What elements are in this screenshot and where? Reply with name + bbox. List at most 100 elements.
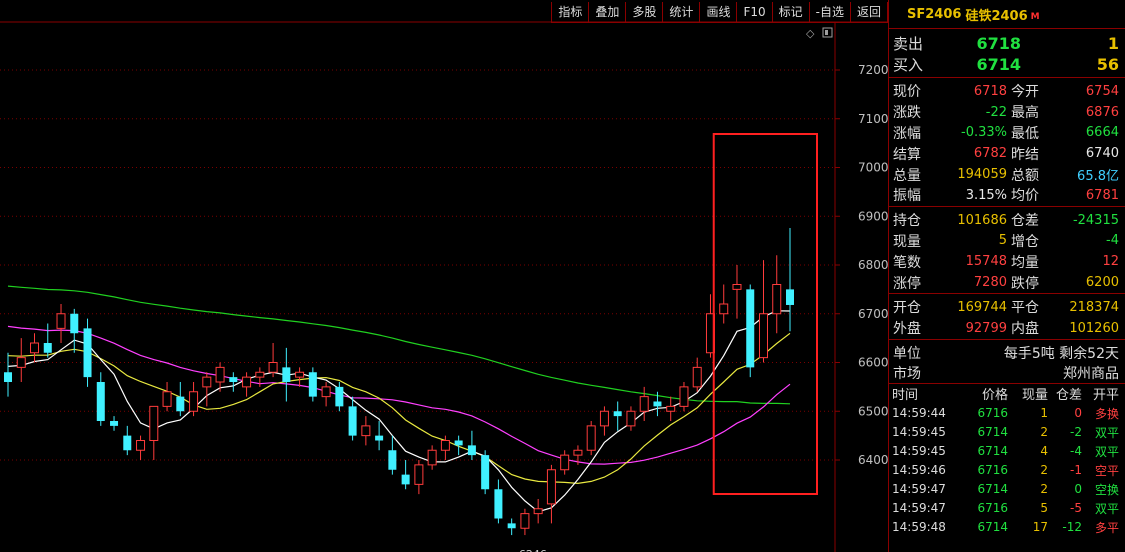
y-axis-tick-label: 6500	[858, 404, 888, 418]
quote-value: 6876	[1085, 104, 1119, 120]
tick-cell: 14:59:47	[892, 501, 946, 516]
candle-body	[467, 445, 476, 456]
quote-row: 现价 6718 今开 6754	[889, 81, 1125, 102]
tick-cell: 1	[1040, 406, 1048, 421]
toolbar-button-8[interactable]: 返回	[851, 2, 888, 22]
quote-value: 169744	[957, 299, 1007, 315]
tick-cell: 14:59:47	[892, 482, 946, 497]
y-axis-tick-label: 6600	[858, 356, 888, 370]
tick-cell: 5	[1040, 501, 1048, 516]
candle-body	[626, 410, 636, 427]
quote-section-flow: 开仓 169744 平仓 218374 外盘 92799 内盘 101260	[889, 292, 1125, 339]
tick-cell: 空换	[1094, 482, 1119, 497]
tick-cell: 6714	[977, 425, 1008, 440]
candle-body	[560, 454, 570, 471]
toolbar-button-0[interactable]: 指标	[552, 2, 590, 22]
candle-body	[255, 371, 265, 378]
tick-cell: -5	[1070, 501, 1082, 516]
candle-body	[321, 386, 331, 398]
quote-label: 跌停	[1011, 275, 1039, 292]
kline-chart-svg: 7200 7100 7000 6900 6800 6700 6600 6500 6400 ◇ ←62…	[0, 21, 888, 552]
candle-body	[162, 391, 172, 407]
candle-body	[440, 440, 450, 451]
tick-cell: 6714	[977, 520, 1008, 535]
toolbar-button-4[interactable]: 画线	[700, 2, 738, 22]
tick-cell: 6716	[977, 463, 1008, 478]
quote-label: 今开	[1011, 84, 1039, 101]
quote-label: 涨跌	[893, 105, 921, 122]
quote-label: 振幅	[893, 188, 921, 205]
market-marker: M	[1030, 12, 1040, 22]
contract-code: SF2406	[907, 6, 962, 22]
kline-chart[interactable]: 7200 7100 7000 6900 6800 6700 6600 6500 6400 ◇ ←62…	[0, 0, 888, 552]
toolbar-button-2[interactable]: 多股	[626, 2, 664, 22]
tick-cell: 0	[1074, 406, 1082, 421]
quote-label: 总额	[1011, 167, 1039, 184]
candle-body	[96, 382, 105, 421]
candle-body	[375, 435, 384, 441]
quote-value: 92799	[965, 320, 1007, 336]
tick-cell: 6714	[977, 444, 1008, 459]
tick-cell: 14:59:44	[892, 406, 946, 421]
tick-cell: 14:59:45	[892, 425, 946, 440]
candle-body	[56, 313, 66, 329]
quote-label: 昨结	[1011, 146, 1039, 163]
info-label: 单位	[893, 345, 921, 362]
quote-label: 均价	[1011, 188, 1039, 205]
candle-body	[30, 342, 40, 354]
tick-cell: 多平	[1094, 520, 1119, 535]
candle-body	[520, 513, 530, 529]
candle-body	[427, 449, 437, 466]
info-label: 市场	[893, 365, 921, 382]
quote-value: 6782	[973, 146, 1007, 162]
quote-row: 总量 194059 总额 65.8亿	[889, 164, 1125, 185]
quote-value: -24315	[1072, 212, 1119, 228]
tick-row: 14:59:44 6716 1 0 多换	[889, 404, 1125, 423]
candle-body	[335, 386, 344, 407]
sell-qty: 1	[1107, 34, 1119, 53]
candle-body	[388, 450, 397, 470]
quote-row: 持仓 101686 仓差 -24315	[889, 210, 1125, 231]
tick-cell: 2	[1040, 463, 1048, 478]
tick-row: 14:59:45 6714 2 -2 双平	[889, 423, 1125, 442]
y-axis-tick-label: 7200	[858, 63, 888, 77]
buy-qty: 56	[1096, 55, 1119, 74]
info-value: 郑州商品	[1063, 365, 1119, 382]
candle-body	[414, 464, 424, 485]
candle-body	[613, 411, 622, 417]
quote-value: 194059	[957, 167, 1007, 183]
quote-label: 内盘	[1011, 321, 1039, 338]
quote-value: 101260	[1069, 320, 1119, 336]
quote-value: -0.33%	[961, 125, 1007, 141]
quote-section-position: 持仓 101686 仓差 -24315 现量 5 增仓 -4 笔数 15748 均量 12 涨停 7280…	[889, 205, 1125, 293]
toolbar-button-3[interactable]: 统计	[663, 2, 701, 22]
candle-body	[295, 371, 305, 378]
toolbar-button-7[interactable]: -自选	[810, 2, 851, 22]
candle-body	[242, 376, 252, 388]
tick-cell: -1	[1070, 463, 1082, 478]
candle-body	[70, 313, 79, 334]
toolbar-button-5[interactable]: F10	[737, 2, 773, 22]
quote-value: -22	[985, 104, 1007, 120]
y-axis-tick-label: 6700	[858, 307, 888, 321]
tick-cell: 6714	[977, 482, 1008, 497]
candle-body	[573, 449, 583, 456]
quote-value: 7280	[973, 275, 1007, 291]
toolbar-button-1[interactable]: 叠加	[589, 2, 627, 22]
order-book-buy-row: 买入 6714 56	[889, 54, 1125, 75]
tick-list[interactable]: 时间 价格 现量 仓差 开平 14:59:44 6716 1 0 多换 14:59:45 6714 2…	[889, 382, 1125, 537]
tick-cell: 14:59:46	[892, 463, 946, 478]
tick-row: 14:59:48 6714 17 -12 多平	[889, 518, 1125, 537]
tick-cell: 14:59:48	[892, 520, 946, 535]
y-axis-tick-label: 7100	[858, 112, 888, 126]
candle-body	[481, 455, 490, 490]
candle-body	[361, 425, 371, 437]
quote-row: 结算 6782 昨结 6740	[889, 143, 1125, 164]
quote-value: 6781	[1085, 187, 1119, 203]
toolbar-button-6[interactable]: 标记	[773, 2, 810, 22]
tick-cell: 双平	[1094, 444, 1119, 459]
chart-toolbar: 指标 叠加 多股 统计 画线 F10 标记 -自选 返回	[551, 2, 888, 23]
candle-body	[732, 284, 742, 290]
tick-cell: 6716	[977, 406, 1008, 421]
candle-body	[123, 435, 132, 451]
